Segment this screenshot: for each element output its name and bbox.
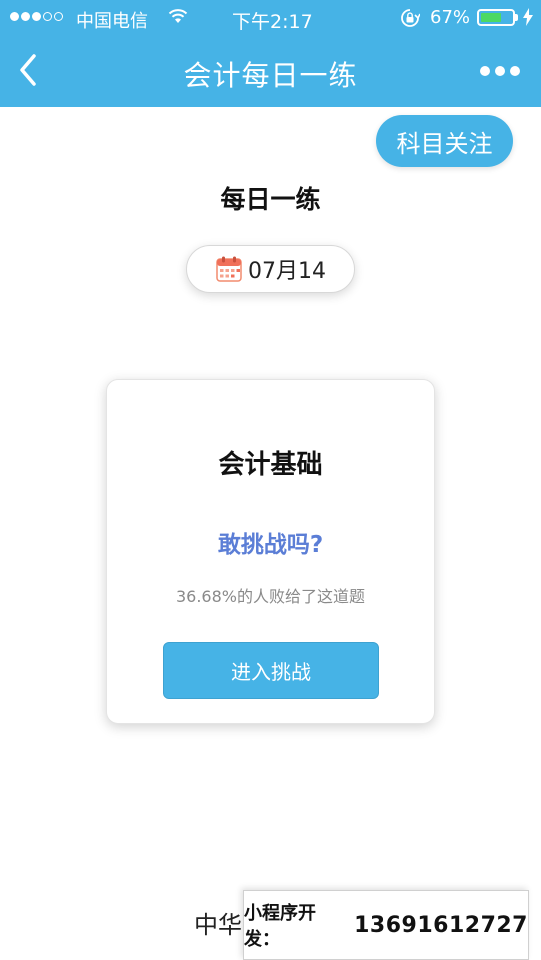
footer-text: 中华 bbox=[194, 911, 242, 939]
developer-phone[interactable]: 13691612727 bbox=[354, 913, 528, 938]
battery-tip bbox=[515, 14, 518, 21]
signal-strength-icon bbox=[10, 12, 63, 21]
page-title: 每日一练 bbox=[220, 185, 321, 214]
rotation-lock-icon bbox=[401, 9, 420, 27]
screen: 中国电信 下午2:17 67% 会计每日一练 科目关注 每日一练 07月14 会… bbox=[0, 0, 541, 960]
status-time: 下午2:17 bbox=[232, 11, 313, 33]
challenge-card: 会计基础 敢挑战吗? 36.68%的人败给了这道题 进入挑战 bbox=[106, 379, 435, 724]
charging-bolt-icon bbox=[523, 8, 533, 26]
nav-title: 会计每日一练 bbox=[183, 59, 358, 92]
developer-contact-banner[interactable]: 小程序开发： 13691612727 bbox=[243, 890, 529, 960]
subject-title: 会计基础 bbox=[218, 450, 323, 480]
battery-percent: 67% bbox=[430, 7, 471, 28]
status-bar: 中国电信 下午2:17 67% bbox=[0, 0, 541, 36]
dare-text: 敢挑战吗? bbox=[217, 532, 324, 558]
wifi-icon bbox=[168, 9, 188, 23]
carrier-name: 中国电信 bbox=[76, 11, 148, 32]
fail-rate-text: 36.68%的人败给了这道题 bbox=[175, 587, 365, 606]
date-text: 07月14 bbox=[248, 259, 326, 284]
nav-bar: 会计每日一练 bbox=[0, 36, 541, 107]
more-dots-icon bbox=[480, 66, 490, 76]
battery-icon bbox=[477, 9, 515, 26]
date-selector[interactable]: 07月14 bbox=[186, 245, 355, 293]
header: 中国电信 下午2:17 67% 会计每日一练 bbox=[0, 0, 541, 107]
calendar-icon bbox=[216, 256, 242, 282]
enter-challenge-button[interactable]: 进入挑战 bbox=[163, 642, 379, 699]
developer-label: 小程序开发： bbox=[244, 903, 316, 950]
follow-subjects-button[interactable]: 科目关注 bbox=[376, 115, 513, 167]
more-button[interactable] bbox=[474, 56, 526, 86]
